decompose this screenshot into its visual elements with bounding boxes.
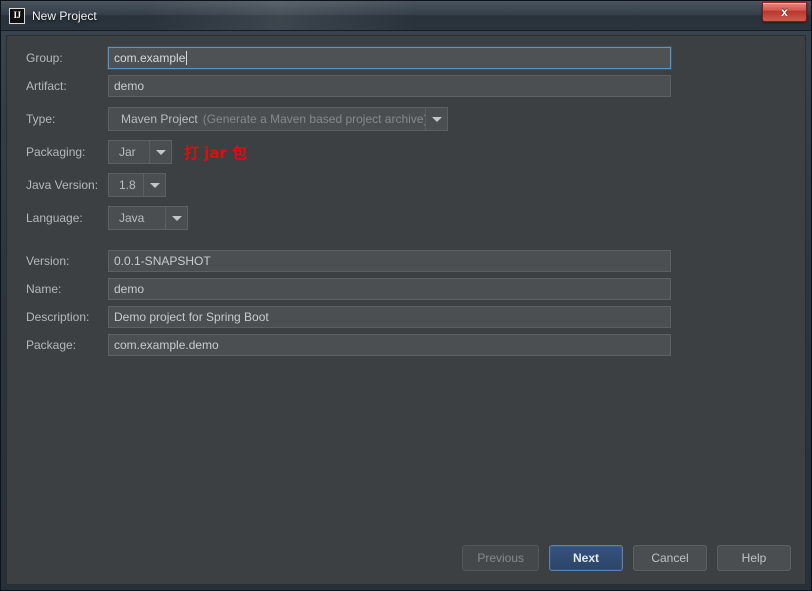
label-name: Name:: [26, 282, 62, 296]
new-project-dialog-window: IJ New Project x Group: com.example Arti…: [0, 0, 812, 591]
package-input[interactable]: com.example.demo: [108, 334, 671, 356]
form-row-package: Package: com.example.demo: [7, 332, 805, 358]
cancel-button[interactable]: Cancel: [633, 545, 707, 571]
packaging-annotation: 打 jar 包: [184, 143, 248, 162]
dialog-button-bar: Previous Next Cancel Help: [7, 532, 805, 584]
language-dropdown-value: Java: [119, 211, 145, 225]
title-bar[interactable]: IJ New Project x: [1, 1, 811, 31]
name-input[interactable]: demo: [108, 278, 671, 300]
label-group: Group:: [26, 51, 63, 65]
type-dropdown-arrow[interactable]: [425, 108, 447, 130]
type-dropdown-hint: (Generate a Maven based project archive): [202, 112, 425, 126]
java-version-dropdown-arrow[interactable]: [143, 174, 165, 196]
label-packaging: Packaging:: [26, 145, 86, 159]
label-package: Package:: [26, 338, 77, 352]
intellij-idea-icon: IJ: [9, 7, 25, 24]
text-caret: [186, 51, 188, 65]
type-dropdown[interactable]: Maven Project (Generate a Maven based pr…: [108, 107, 448, 131]
chevron-down-icon: [171, 215, 182, 221]
packaging-dropdown-arrow[interactable]: [149, 141, 171, 163]
previous-button[interactable]: Previous: [462, 545, 539, 571]
description-input-value: Demo project for Spring Boot: [114, 310, 269, 324]
form-row-language: Language: Java: [7, 205, 805, 231]
window-title: New Project: [32, 8, 97, 23]
group-input-value: com.example: [114, 51, 186, 65]
language-dropdown-arrow[interactable]: [165, 207, 187, 229]
form-row-java-version: Java Version: 1.8: [7, 172, 805, 198]
form-row-artifact: Artifact: demo: [7, 73, 805, 99]
group-input[interactable]: com.example: [108, 47, 671, 69]
form-row-type: Type: Maven Project (Generate a Maven ba…: [7, 106, 805, 132]
language-dropdown[interactable]: Java: [108, 206, 188, 230]
type-dropdown-value: Maven Project (Generate a Maven based pr…: [109, 108, 425, 130]
next-button[interactable]: Next: [549, 545, 623, 571]
type-dropdown-main: Maven Project: [121, 112, 198, 126]
description-input[interactable]: Demo project for Spring Boot: [108, 306, 671, 328]
chevron-down-icon: [149, 182, 160, 188]
dialog-body-outer: Group: com.example Artifact: demo Type:: [1, 31, 811, 590]
form-row-description: Description: Demo project for Spring Boo…: [7, 304, 805, 330]
label-description: Description:: [26, 310, 90, 324]
version-input-value: 0.0.1-SNAPSHOT: [114, 254, 211, 268]
packaging-dropdown[interactable]: Jar: [108, 140, 172, 164]
project-metadata-form: Group: com.example Artifact: demo Type:: [7, 36, 805, 532]
version-input[interactable]: 0.0.1-SNAPSHOT: [108, 250, 671, 272]
label-java-version: Java Version:: [26, 178, 99, 192]
dialog-body: Group: com.example Artifact: demo Type:: [6, 35, 806, 585]
artifact-input[interactable]: demo: [108, 75, 671, 97]
window-controls: x: [762, 1, 807, 26]
close-icon[interactable]: x: [762, 2, 807, 22]
label-version: Version:: [26, 254, 70, 268]
help-button[interactable]: Help: [717, 545, 791, 571]
artifact-input-value: demo: [114, 79, 145, 93]
label-language: Language:: [26, 211, 83, 225]
package-input-value: com.example.demo: [114, 338, 219, 352]
app-icon-text: IJ: [13, 10, 21, 20]
java-version-dropdown-value: 1.8: [119, 178, 136, 192]
java-version-dropdown[interactable]: 1.8: [108, 173, 166, 197]
form-row-version: Version: 0.0.1-SNAPSHOT: [7, 248, 805, 274]
chevron-down-icon: [155, 149, 166, 155]
name-input-value: demo: [114, 282, 145, 296]
label-artifact: Artifact:: [26, 79, 67, 93]
form-row-packaging: Packaging: Jar 打 jar 包: [7, 139, 805, 165]
form-row-name: Name: demo: [7, 276, 805, 302]
packaging-dropdown-value: Jar: [119, 145, 136, 159]
label-type: Type:: [26, 112, 56, 126]
chevron-down-icon: [431, 116, 442, 122]
form-row-group: Group: com.example: [7, 45, 805, 71]
